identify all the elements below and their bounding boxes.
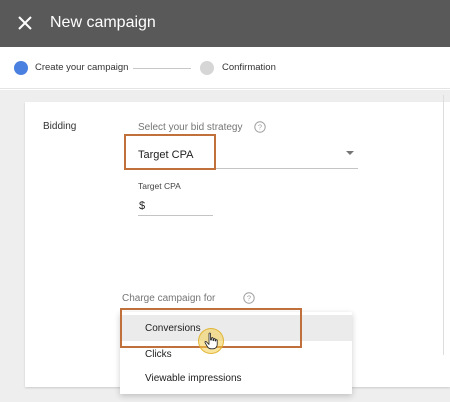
- target-cpa-label: Target CPA: [138, 181, 181, 191]
- menu-item-label: Clicks: [145, 349, 172, 360]
- step-connector: [133, 68, 191, 69]
- hand-cursor-icon: [204, 332, 218, 350]
- section-label-bidding: Bidding: [43, 121, 77, 132]
- target-cpa-input[interactable]: $: [138, 196, 213, 216]
- header-bar: New campaign: [0, 0, 450, 47]
- svg-text:?: ?: [247, 294, 251, 303]
- close-button[interactable]: [12, 10, 38, 36]
- bid-strategy-label: Select your bid strategy: [138, 122, 243, 133]
- panel-divider: [443, 95, 444, 355]
- step-active-dot: [14, 61, 28, 75]
- progress-stepper: Create your campaign Confirmation: [0, 47, 450, 89]
- step-create-label[interactable]: Create your campaign: [35, 62, 128, 73]
- highlight-box-strategy: [124, 134, 216, 170]
- svg-text:?: ?: [258, 123, 262, 132]
- close-icon: [18, 16, 32, 30]
- menu-item-viewable-impressions[interactable]: Viewable impressions: [120, 365, 352, 391]
- dropdown-arrow-icon: [346, 151, 354, 155]
- help-icon[interactable]: ?: [243, 292, 255, 304]
- currency-prefix: $: [139, 200, 146, 212]
- help-icon[interactable]: ?: [254, 121, 266, 133]
- step-inactive-dot: [200, 61, 214, 75]
- page-title: New campaign: [50, 14, 156, 31]
- menu-item-label: Viewable impressions: [145, 373, 242, 384]
- step-confirmation-label[interactable]: Confirmation: [222, 62, 276, 73]
- charge-campaign-label: Charge campaign for: [122, 293, 216, 304]
